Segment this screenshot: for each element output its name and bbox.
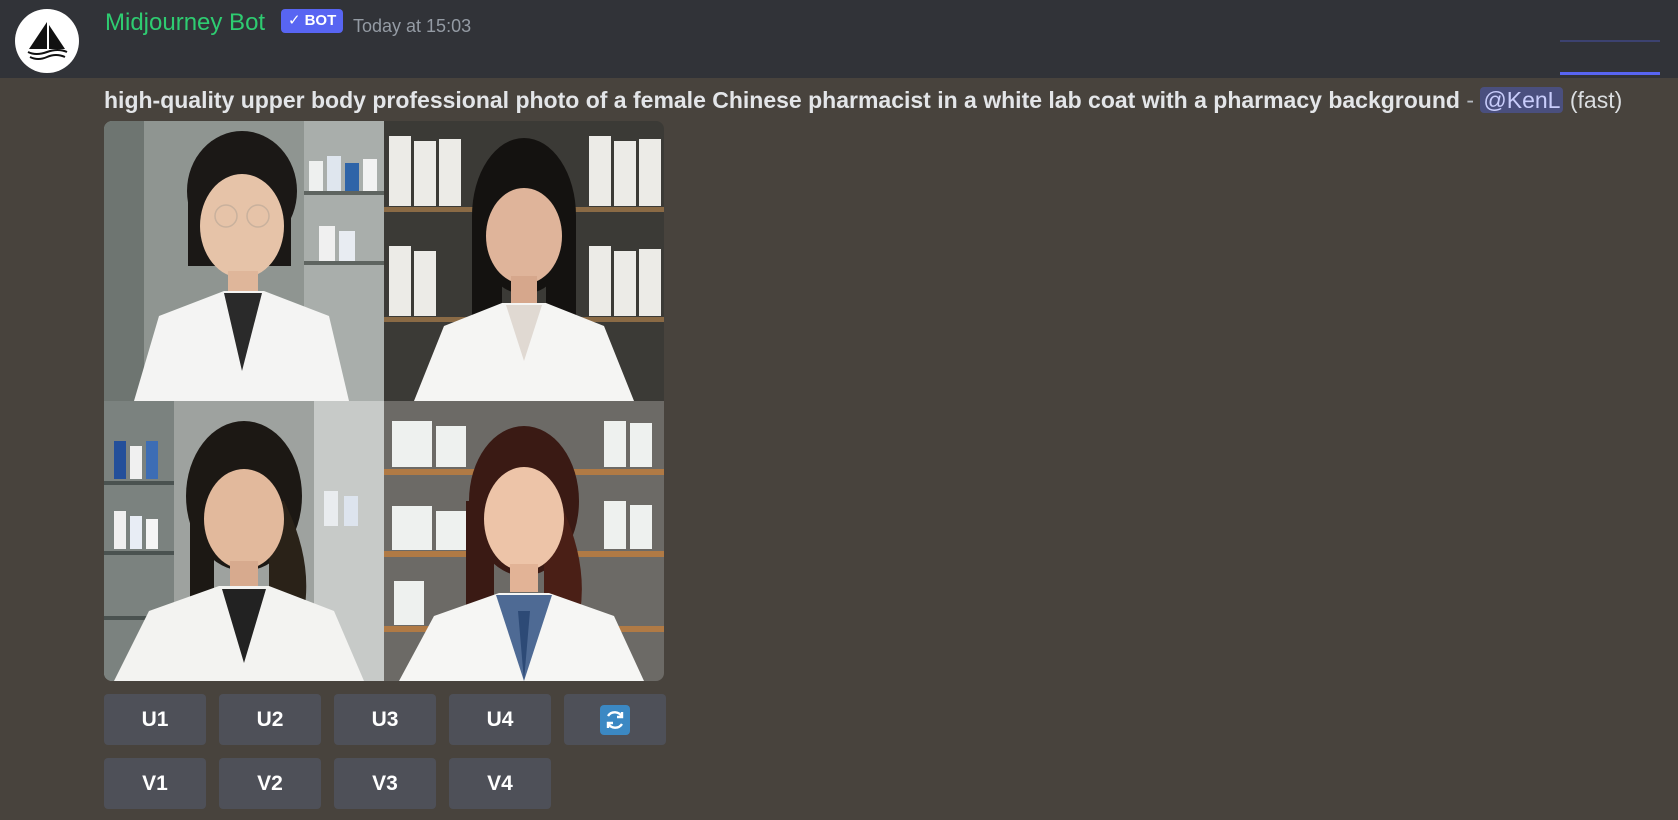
- bot-avatar[interactable]: [15, 9, 79, 73]
- generation-mode: (fast): [1569, 87, 1623, 113]
- v2-button[interactable]: V2: [219, 758, 321, 809]
- image-grid[interactable]: [104, 121, 664, 681]
- reroll-button[interactable]: [564, 694, 666, 745]
- image-tile-4[interactable]: [384, 401, 664, 681]
- variation-button-row: V1 V2 V3 V4: [104, 758, 551, 809]
- user-mention[interactable]: @KenL: [1480, 87, 1564, 113]
- author-name[interactable]: Midjourney Bot: [105, 8, 265, 38]
- checkmark-icon: ✓: [288, 12, 301, 29]
- image-tile-3[interactable]: [104, 401, 384, 681]
- bot-badge: ✓ BOT: [281, 9, 344, 33]
- prompt-line: high-quality upper body professional pho…: [104, 84, 1678, 116]
- image-tile-2[interactable]: [384, 121, 664, 401]
- prompt-text: high-quality upper body professional pho…: [104, 87, 1460, 113]
- v4-button[interactable]: V4: [449, 758, 551, 809]
- prompt-separator: -: [1459, 87, 1481, 113]
- image-tile-1[interactable]: [104, 121, 384, 401]
- bot-badge-label: BOT: [304, 12, 337, 29]
- refresh-icon: [600, 704, 630, 735]
- u3-button[interactable]: U3: [334, 694, 436, 745]
- v1-button[interactable]: V1: [104, 758, 206, 809]
- v3-button[interactable]: V3: [334, 758, 436, 809]
- message-timestamp: Today at 15:03: [353, 16, 472, 36]
- header-divider: [1560, 40, 1660, 42]
- u1-button[interactable]: U1: [104, 694, 206, 745]
- upscale-button-row: U1 U2 U3 U4: [104, 694, 666, 745]
- u4-button[interactable]: U4: [449, 694, 551, 745]
- sailboat-logo-icon: [27, 22, 68, 60]
- u2-button[interactable]: U2: [219, 694, 321, 745]
- header-accent-bar: [1560, 72, 1660, 75]
